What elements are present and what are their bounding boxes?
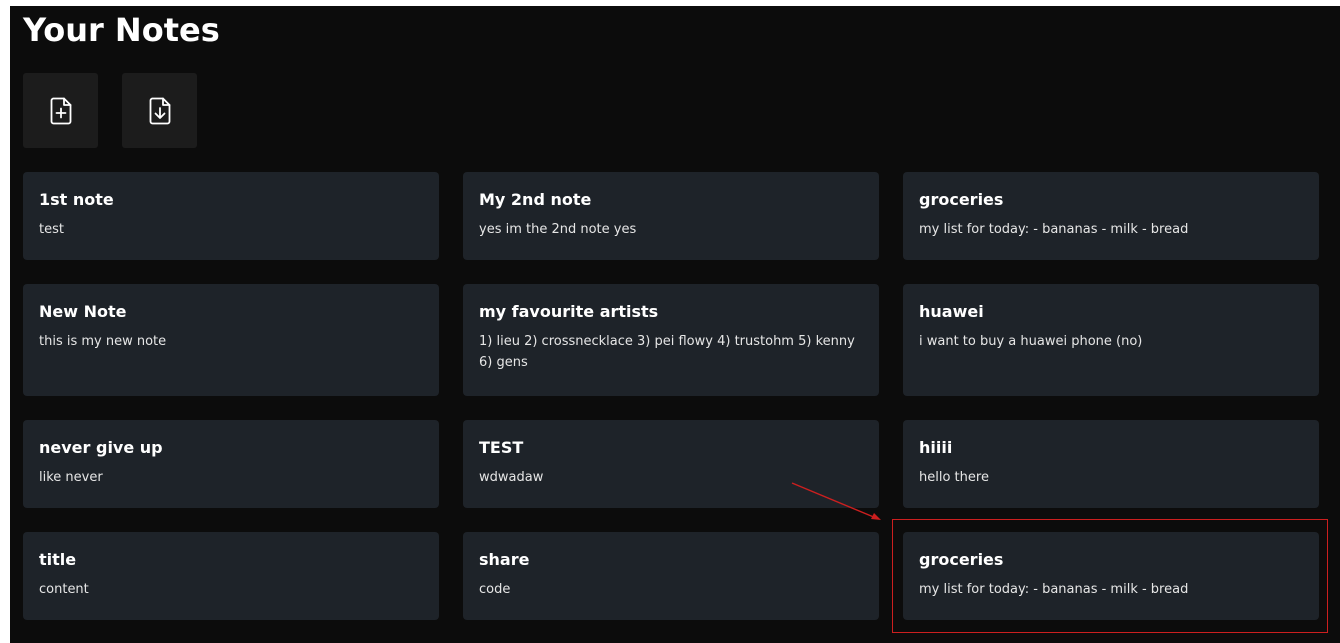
toolbar <box>23 73 197 148</box>
note-content: this is my new note <box>39 334 167 349</box>
note-title: 1st note <box>39 190 114 209</box>
note-content: my list for today: - bananas - milk - br… <box>919 582 1189 597</box>
note-title: groceries <box>919 550 1004 569</box>
note-card[interactable]: my favourite artists 1) lieu 2) crossnec… <box>463 284 879 396</box>
note-title: New Note <box>39 302 127 321</box>
note-content: content <box>39 582 89 597</box>
import-button[interactable] <box>122 73 197 148</box>
note-title: title <box>39 550 77 569</box>
note-content: my list for today: - bananas - milk - br… <box>919 222 1189 237</box>
note-card[interactable]: New Note this is my new note <box>23 284 439 396</box>
note-content: test <box>39 222 64 237</box>
note-title: hiiii <box>919 438 953 457</box>
note-card[interactable]: 1st note test <box>23 172 439 260</box>
note-content: wdwadaw <box>479 470 544 485</box>
note-card[interactable]: huawei i want to buy a huawei phone (no) <box>903 284 1319 396</box>
file-plus-icon <box>50 97 71 124</box>
note-card[interactable]: never give up like never <box>23 420 439 508</box>
notes-app: Your Notes 1st note test My 2nd note yes… <box>10 6 1340 643</box>
note-content: like never <box>39 470 103 485</box>
note-card[interactable]: title content <box>23 532 439 620</box>
note-title: My 2nd note <box>479 190 592 209</box>
note-title: my favourite artists <box>479 302 659 321</box>
note-card[interactable]: TEST wdwadaw <box>463 420 879 508</box>
note-card[interactable]: share code <box>463 532 879 620</box>
note-content: code <box>479 582 511 597</box>
page-title: Your Notes <box>23 11 220 49</box>
file-download-icon <box>149 97 170 124</box>
notes-grid: 1st note test My 2nd note yes im the 2nd… <box>23 172 1319 620</box>
note-content: 1) lieu 2) crossnecklace 3) pei flowy 4)… <box>479 334 855 370</box>
note-card-new[interactable]: groceries my list for today: - bananas -… <box>903 532 1319 620</box>
note-card[interactable]: My 2nd note yes im the 2nd note yes <box>463 172 879 260</box>
new-note-button[interactable] <box>23 73 98 148</box>
note-content: hello there <box>919 470 989 485</box>
note-title: groceries <box>919 190 1004 209</box>
note-title: TEST <box>479 438 524 457</box>
note-card[interactable]: hiiii hello there <box>903 420 1319 508</box>
note-title: share <box>479 550 530 569</box>
note-title: never give up <box>39 438 163 457</box>
note-title: huawei <box>919 302 984 321</box>
note-content: i want to buy a huawei phone (no) <box>919 334 1143 349</box>
note-card[interactable]: groceries my list for today: - bananas -… <box>903 172 1319 260</box>
note-content: yes im the 2nd note yes <box>479 222 637 237</box>
